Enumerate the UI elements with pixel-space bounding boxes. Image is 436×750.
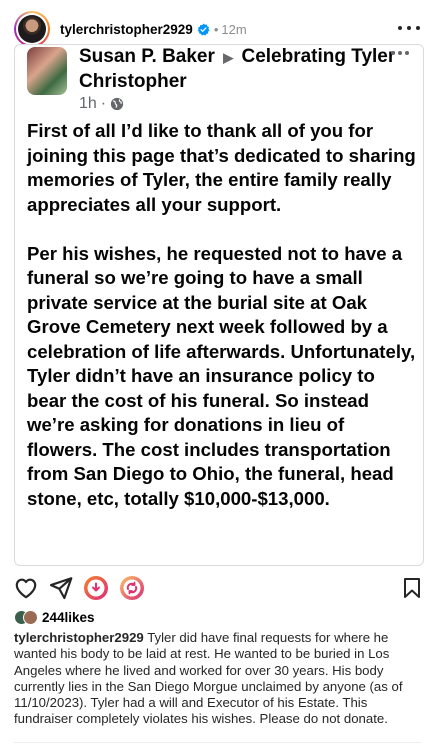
more-icon-dot bbox=[398, 26, 402, 30]
divider bbox=[14, 742, 422, 743]
globe-icon bbox=[111, 97, 124, 111]
meta-separator: · bbox=[100, 95, 107, 112]
more-icon-dot bbox=[407, 26, 411, 30]
more-icon-dot bbox=[398, 51, 402, 55]
likes-row[interactable]: 244likes bbox=[14, 608, 95, 626]
more-options-button[interactable] bbox=[398, 18, 420, 38]
likes-count[interactable]: 244likes bbox=[42, 610, 95, 625]
donate-icon[interactable] bbox=[83, 575, 109, 601]
shared-post-paragraph: Per his wishes, he requested not to have… bbox=[27, 242, 416, 509]
arrow-icon: ▶ bbox=[223, 50, 234, 65]
shared-post-meta: 1h · bbox=[79, 95, 124, 113]
shared-post-body: First of all I’d like to thank all of yo… bbox=[27, 119, 419, 511]
heart-icon[interactable] bbox=[13, 575, 39, 601]
shared-post-paragraph: First of all I’d like to thank all of yo… bbox=[27, 120, 416, 215]
avatar-image bbox=[18, 15, 46, 43]
avatar-inner bbox=[16, 13, 48, 45]
more-icon-dot bbox=[416, 26, 420, 30]
shared-post-avatar bbox=[27, 47, 67, 95]
shared-post-title: Susan P. Baker ▶ Celebrating Tyler Chris… bbox=[79, 45, 399, 94]
verified-icon bbox=[197, 23, 210, 35]
shared-post-time: 1h bbox=[79, 95, 97, 112]
post-time: 12m bbox=[221, 21, 247, 37]
separator-dot: • bbox=[213, 21, 219, 37]
caption: tylerchristopher2929 Tyler did have fina… bbox=[14, 630, 426, 728]
avatar[interactable] bbox=[14, 11, 50, 47]
caption-username[interactable]: tylerchristopher2929 bbox=[14, 630, 144, 645]
remix-icon[interactable] bbox=[119, 575, 145, 601]
shared-post-more-icon bbox=[391, 51, 409, 57]
liker-avatar bbox=[23, 609, 38, 625]
bookmark-icon[interactable] bbox=[402, 577, 422, 599]
share-icon[interactable] bbox=[48, 575, 74, 601]
more-icon-dot bbox=[405, 51, 409, 55]
shared-post-image: Susan P. Baker ▶ Celebrating Tyler Chris… bbox=[14, 44, 424, 566]
shared-post-author: Susan P. Baker bbox=[79, 46, 215, 67]
more-icon-dot bbox=[391, 51, 395, 55]
post-username[interactable]: tylerchristopher2929 bbox=[60, 22, 193, 37]
action-bar bbox=[0, 570, 436, 606]
